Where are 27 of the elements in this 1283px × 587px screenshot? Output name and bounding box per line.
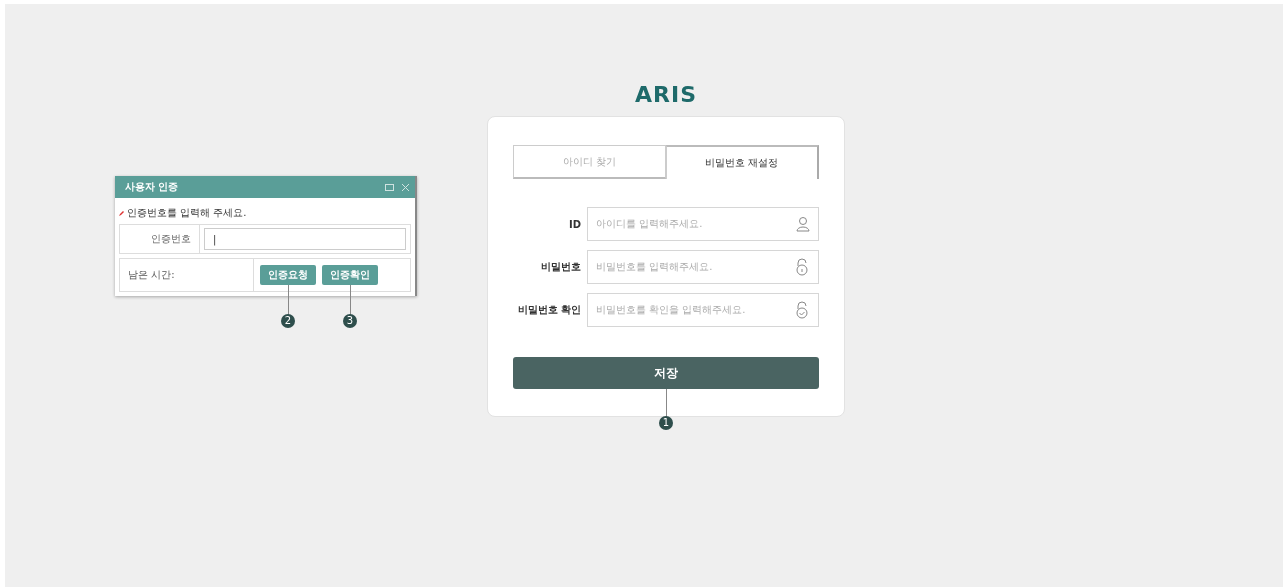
auth-button[interactable]: 인증확인 (322, 265, 378, 285)
logo: ARIS (635, 82, 697, 109)
lock-icon (794, 258, 810, 276)
maximize-icon[interactable] (385, 183, 394, 191)
remaining-time-label: 남은 시간: (120, 259, 254, 291)
input-field[interactable]: 아이디를 입력해주세요. (587, 207, 819, 241)
pencil-icon (119, 210, 124, 216)
instruction-text: 인증번호를 입력해 주세요. (127, 206, 247, 220)
callout-number: 1 (659, 416, 673, 430)
input-field[interactable]: 비밀번호를 확인을 입력해주세요. (587, 293, 819, 327)
input-field[interactable]: 비밀번호를 입력해주세요. (587, 250, 819, 284)
close-icon[interactable] (402, 183, 409, 191)
code-input[interactable]: | (204, 228, 406, 250)
tab[interactable]: 아이디 찾기 (513, 145, 666, 179)
field-label: ID (567, 218, 581, 230)
field-label: 비밀번호 확인 (516, 303, 581, 317)
dialog-title: 사용자 인증 (125, 180, 180, 194)
save-button[interactable]: 저장 (513, 357, 819, 389)
callout-number: 2 (281, 314, 295, 328)
tab[interactable]: 비밀번호 재설정 (665, 145, 819, 179)
callout-number: 3 (343, 314, 357, 328)
code-label: 인증번호 (120, 225, 200, 253)
lock-check-icon (794, 301, 810, 319)
leader-line (665, 389, 667, 417)
field-label: 비밀번호 (540, 260, 581, 274)
auth-button[interactable]: 인증요청 (260, 265, 316, 285)
user-icon (796, 216, 810, 232)
